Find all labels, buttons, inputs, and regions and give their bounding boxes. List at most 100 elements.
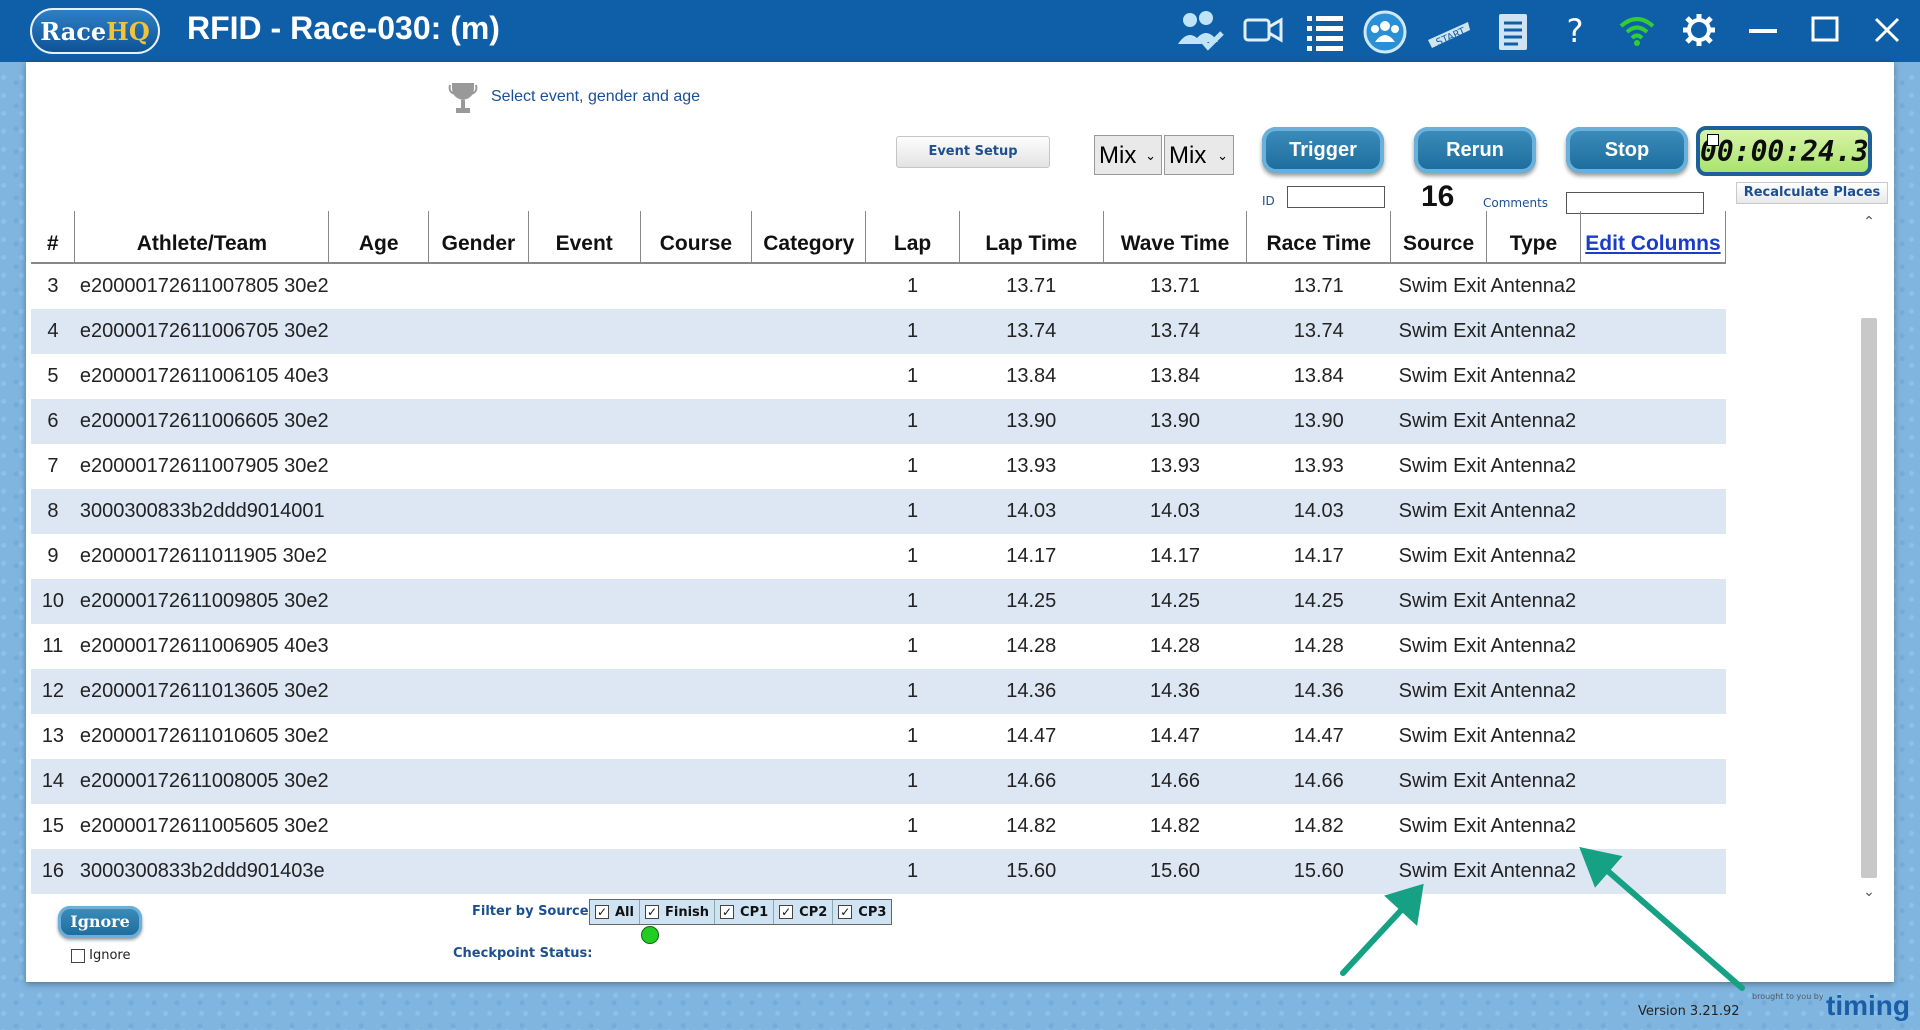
- filter-checkbox[interactable]: ✓: [779, 905, 794, 919]
- scroll-down-icon[interactable]: ⌄: [1857, 884, 1881, 900]
- timer-checkbox[interactable]: [1707, 134, 1719, 146]
- table-row[interactable]: 4 e20000172611006705 30e2 1 13.74 13.74 13.74…: [31, 309, 1726, 354]
- col-athlete-team-label: Athlete/Team: [136, 232, 268, 255]
- table-row[interactable]: 5 e20000172611006105 40e3 1 13.84 13.84 13.84…: [31, 354, 1726, 399]
- cell-lap: 1: [906, 365, 919, 387]
- cell-lap: 1: [865, 759, 960, 804]
- cell-race-time: 14.66: [1246, 759, 1391, 804]
- table-row[interactable]: 13 e20000172611010605 30e2 1 14.47 14.47 14.4…: [31, 714, 1726, 759]
- cell-course: [640, 354, 752, 399]
- scrollbar-thumb[interactable]: [1861, 318, 1877, 878]
- cell-lap-time: 13.74: [959, 309, 1104, 354]
- cell-wave-time: 14.47: [1149, 725, 1201, 747]
- table-row[interactable]: 7 e20000172611007905 30e2 1 13.93 13.93 13.93…: [31, 444, 1726, 489]
- cell-lap-time: 14.66: [959, 759, 1104, 804]
- video-camera-icon[interactable]: [1240, 10, 1286, 52]
- cell-lap-time: 13.90: [959, 399, 1104, 444]
- edit-columns-link[interactable]: Edit Columns: [1580, 211, 1727, 264]
- col-course: Course: [640, 211, 753, 264]
- filter-checkbox[interactable]: ✓: [838, 905, 853, 919]
- cell-wave-time: 14.25: [1103, 579, 1247, 624]
- table-row[interactable]: 15 e20000172611005605 30e2 1 14.82 14.82 14.8…: [31, 804, 1726, 849]
- table-row[interactable]: 6 e20000172611006605 30e2 1 13.90 13.90 13.90…: [31, 399, 1726, 444]
- cell-row-number: 10: [31, 579, 75, 624]
- cell-race-time: 13.71: [1293, 275, 1344, 297]
- document-icon[interactable]: [1490, 10, 1536, 52]
- recalculate-places-button[interactable]: Recalculate Places: [1736, 182, 1888, 204]
- cell-age: [329, 354, 429, 399]
- minimize-icon[interactable]: [1740, 10, 1786, 52]
- filter-all[interactable]: ✓ All: [590, 900, 640, 924]
- event-setup-button[interactable]: Event Setup: [896, 136, 1050, 168]
- ignore-button[interactable]: Ignore: [58, 906, 142, 938]
- filter-checkbox[interactable]: ✓: [644, 905, 659, 919]
- wifi-icon[interactable]: [1614, 10, 1660, 52]
- table-row[interactable]: 10 e20000172611009805 30e2 1 14.25 14.25 14.2…: [31, 579, 1726, 624]
- vertical-scrollbar[interactable]: ⌃ ⌄: [1857, 212, 1881, 904]
- filter-cp2[interactable]: ✓ CP2: [774, 900, 834, 924]
- table-row[interactable]: 11 e20000172611006905 40e3 1 14.28 14.28 14.2…: [31, 624, 1726, 669]
- filter-cp1[interactable]: ✓ CP1: [715, 900, 775, 924]
- cell-gender: [428, 399, 529, 444]
- cell-gender: [429, 624, 529, 669]
- id-input[interactable]: [1287, 186, 1385, 208]
- cell-event: [528, 263, 640, 309]
- event-select-label[interactable]: Select event, gender and age: [491, 88, 700, 106]
- stop-button[interactable]: Stop: [1566, 127, 1688, 173]
- rerun-button[interactable]: Rerun: [1414, 127, 1536, 173]
- cell-wave-time: 14.17: [1149, 545, 1201, 567]
- cell-athlete-id: e20000172611013605 30e2: [74, 669, 329, 714]
- cell-course: [640, 534, 752, 579]
- cell-category: [752, 534, 866, 579]
- cell-lap-time: 13.93: [1006, 455, 1057, 477]
- table-row[interactable]: 14 e20000172611008005 30e2 1 14.66 14.66 14.6…: [31, 759, 1726, 804]
- ignore-checkbox-wrap[interactable]: Ignore: [71, 948, 130, 963]
- cell-source: Swim Exit: [1398, 275, 1487, 297]
- gender-select[interactable]: Mix ⌄: [1094, 135, 1162, 175]
- cell-event: [528, 624, 640, 669]
- filter-label: Finish: [664, 904, 710, 920]
- age-select[interactable]: Mix ⌄: [1164, 135, 1234, 175]
- cell-lap: 1: [865, 309, 960, 354]
- list-icon[interactable]: [1302, 10, 1348, 52]
- cell-category: [752, 354, 866, 399]
- trigger-button[interactable]: Trigger: [1262, 127, 1384, 173]
- cell-row-number: 6: [31, 399, 75, 444]
- table-row[interactable]: 8 3000300833b2ddd9014001 1 14.03 14.03 14.03 S…: [31, 489, 1726, 534]
- close-icon[interactable]: [1864, 10, 1910, 52]
- edit-columns-link-label[interactable]: Edit Columns: [1585, 232, 1720, 255]
- ignore-checkbox[interactable]: [71, 948, 85, 963]
- cell-category: [751, 309, 866, 354]
- cell-lap: 1: [865, 669, 960, 714]
- maximize-icon[interactable]: [1802, 10, 1848, 52]
- filter-finish[interactable]: ✓ Finish: [640, 900, 716, 924]
- version-label: Version 3.21.92: [1638, 1004, 1740, 1019]
- table-row[interactable]: 16 3000300833b2ddd901403е 1 15.60 15.60 15.60…: [31, 849, 1726, 894]
- cell-source: Swim Exit: [1398, 365, 1487, 387]
- table-row[interactable]: 3 e20000172611007805 30e2 1 13.71 13.71 13.71…: [31, 263, 1726, 309]
- table-row[interactable]: 9 e20000172611011905 30e2 1 14.17 14.17 14.17…: [31, 534, 1726, 579]
- cell-course: [640, 489, 752, 534]
- chevron-down-icon: ⌄: [1145, 148, 1156, 163]
- cell-lap-time: 14.03: [959, 489, 1104, 534]
- cell-source: Swim Exit: [1398, 545, 1487, 567]
- start-icon[interactable]: START: [1424, 10, 1470, 52]
- cell-source: Swim Exit: [1390, 489, 1487, 534]
- settings-icon[interactable]: [1676, 10, 1722, 52]
- athletes-check-icon[interactable]: [1176, 10, 1224, 52]
- cell-type: Antenna2: [1486, 849, 1581, 894]
- cell-lap-time: 13.84: [1006, 365, 1057, 387]
- help-icon[interactable]: ?: [1552, 10, 1598, 52]
- cell-event: [528, 669, 641, 714]
- filter-cp3[interactable]: ✓ CP3: [833, 900, 891, 924]
- brought-by-label: brought to you by: [1752, 992, 1824, 1001]
- scroll-up-icon[interactable]: ⌃: [1857, 214, 1881, 230]
- cell-gender: [428, 849, 529, 894]
- cell-race-time: 14.03: [1246, 489, 1391, 534]
- table-row[interactable]: 12 e20000172611013605 30e2 1 14.36 14.36 14.3…: [31, 669, 1726, 714]
- cell-lap-time: 14.47: [1006, 725, 1057, 747]
- group-icon[interactable]: [1362, 10, 1408, 54]
- filter-checkbox[interactable]: ✓: [595, 905, 609, 919]
- cell-edit-spacer: [1580, 624, 1725, 669]
- filter-checkbox[interactable]: ✓: [720, 905, 735, 919]
